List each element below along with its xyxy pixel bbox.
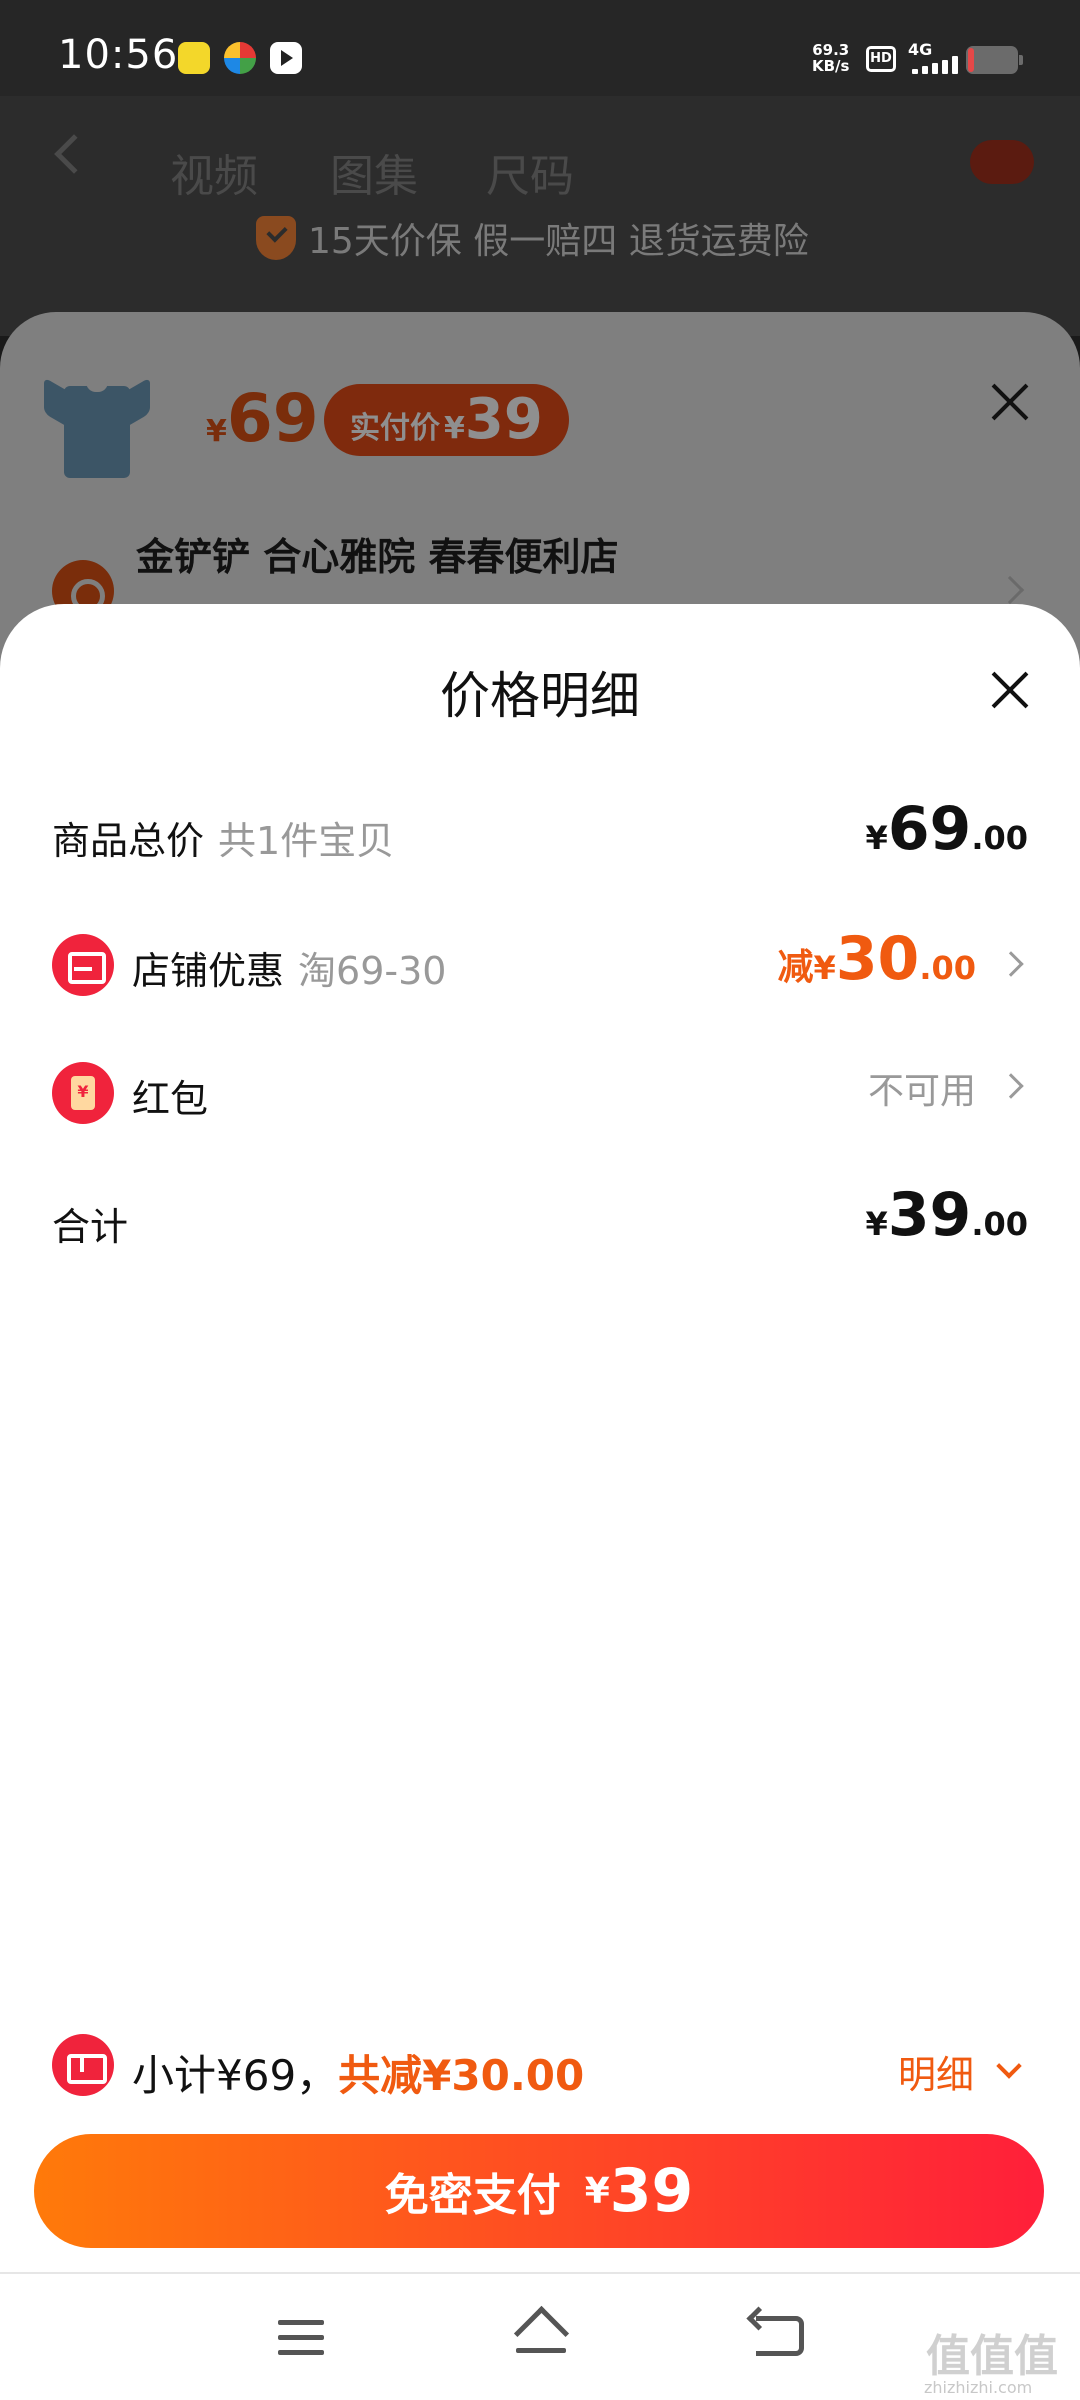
goods-total-row: 商品总价 共1件宝贝 ¥69.00 bbox=[52, 794, 1028, 874]
total-label: 合计 bbox=[52, 1205, 129, 1249]
video-app-notification-icon bbox=[270, 42, 302, 74]
discount-total: 共减¥30.00 bbox=[338, 2051, 585, 2100]
status-time: 10:56 bbox=[58, 32, 179, 78]
red-packet-icon bbox=[52, 1062, 114, 1124]
signal-icon bbox=[912, 56, 958, 74]
guarantee-text: 15天价保 假一赔四 退货运费险 bbox=[308, 221, 809, 262]
sheet-title: 价格明细 bbox=[440, 667, 640, 725]
product-thumbnail bbox=[44, 372, 150, 480]
red-packet-row[interactable]: 红包 不可用 bbox=[52, 1052, 1028, 1132]
goods-total-label: 商品总价 共1件宝贝 bbox=[52, 819, 395, 863]
hd-icon: HD bbox=[866, 46, 896, 72]
shop-discount-row[interactable]: 店铺优惠 淘69-30 减 ¥30.00 bbox=[52, 924, 1028, 1004]
red-packet-status: 不可用 bbox=[868, 1052, 1028, 1132]
app-notification-icon bbox=[178, 42, 210, 74]
watermark: 值值值 bbox=[926, 2331, 1058, 2382]
back-icon[interactable] bbox=[756, 2316, 804, 2356]
ticket-icon bbox=[52, 2034, 114, 2096]
menu-icon[interactable] bbox=[278, 2320, 324, 2356]
delivery-address: 金铲铲 合心雅院 春春便利店 bbox=[136, 535, 619, 579]
shop-icon bbox=[52, 934, 114, 996]
tab-size: 尺码 bbox=[486, 151, 574, 202]
back-icon bbox=[54, 134, 94, 174]
close-icon bbox=[990, 382, 1030, 422]
tab-gallery: 图集 bbox=[330, 151, 418, 202]
close-button[interactable] bbox=[990, 670, 1030, 710]
product-price: ¥69 bbox=[206, 380, 319, 457]
paid-price-badge: 实付价 ¥ 39 bbox=[324, 384, 569, 456]
chevron-right-icon bbox=[995, 575, 1025, 605]
cart-badge bbox=[970, 140, 1034, 184]
detail-toggle[interactable]: 明细 bbox=[898, 2044, 1028, 2099]
network-speed: 69.3 KB/s bbox=[812, 41, 850, 75]
shop-discount-label: 店铺优惠 淘69-30 bbox=[132, 949, 447, 993]
chevron-right-icon bbox=[998, 1073, 1024, 1099]
red-packet-label: 红包 bbox=[132, 1077, 209, 1121]
shield-icon bbox=[256, 216, 296, 260]
chevron-down-icon bbox=[996, 2052, 1022, 2079]
discount-rule: 淘69-30 bbox=[298, 949, 447, 993]
watermark-url: zhizhizhi.com bbox=[924, 2378, 1033, 2397]
total-row: 合计 ¥39.00 bbox=[52, 1180, 1028, 1260]
price-detail-sheet: 价格明细 商品总价 共1件宝贝 ¥69.00 店铺优惠 淘69-30 减 ¥30.00… bbox=[0, 604, 1080, 2272]
status-bar: 10:56 69.3 KB/s HD 4G bbox=[0, 0, 1080, 96]
home-icon[interactable] bbox=[512, 2308, 568, 2358]
chevron-right-icon bbox=[998, 951, 1024, 977]
tab-video: 视频 bbox=[170, 151, 258, 202]
goods-total-amount: ¥69.00 bbox=[865, 794, 1028, 864]
total-amount: ¥39.00 bbox=[865, 1180, 1028, 1250]
shop-discount-amount: 减 ¥30.00 bbox=[778, 924, 1028, 1004]
battery-icon bbox=[966, 46, 1023, 74]
guarantee-banner: 15天价保 假一赔四 退货运费险 bbox=[256, 212, 809, 264]
app-notification-icon bbox=[224, 42, 256, 74]
product-page-background: 视频 图集 尺码 15天价保 假一赔四 退货运费险 bbox=[0, 96, 1080, 336]
summary-text: 小计¥69，共减¥30.00 bbox=[132, 2042, 584, 2103]
pay-button[interactable]: 免密支付 ¥ 39 bbox=[34, 2134, 1044, 2248]
item-count: 共1件宝贝 bbox=[218, 819, 395, 863]
summary-bar: 小计¥69，共减¥30.00 明细 bbox=[52, 2024, 1028, 2106]
subtotal-text: 小计¥69， bbox=[132, 2051, 339, 2100]
product-tabs: 视频 图集 尺码 bbox=[0, 134, 1080, 216]
navigation-bar bbox=[0, 2272, 1080, 2400]
